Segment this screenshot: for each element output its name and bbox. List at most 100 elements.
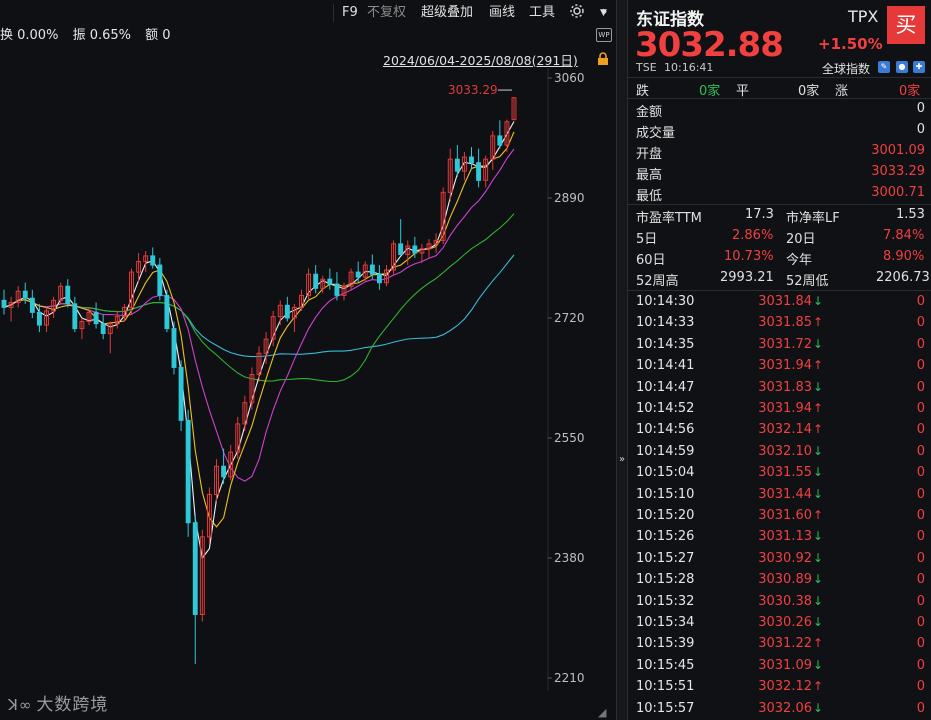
- rise-label: 涨: [835, 84, 849, 99]
- return-row-2: 60日 10.73% 今年 8.90%: [628, 247, 931, 268]
- y-tick-label: 2550: [554, 431, 585, 445]
- bell-icon[interactable]: ●: [896, 61, 908, 73]
- candle-body: [178, 366, 184, 421]
- tick-volume: 0: [916, 422, 925, 438]
- edit-icon[interactable]: ✎: [878, 61, 890, 73]
- volume-row: 成交量 0: [636, 122, 925, 141]
- tick-time: 10:15:04: [636, 465, 695, 481]
- tick-time: 10:15:27: [636, 550, 695, 566]
- draw-line-button[interactable]: 画线: [485, 3, 519, 23]
- tick-time: 10:15:39: [636, 636, 695, 652]
- open-row: 开盘 3001.09: [636, 143, 925, 162]
- pin-icon[interactable]: ✚: [913, 61, 925, 73]
- d60-label: 60日: [636, 253, 666, 268]
- tools-button[interactable]: 工具: [525, 3, 559, 23]
- tick-time: 10:15:10: [636, 486, 695, 502]
- d5-value: 2.86%: [732, 228, 774, 243]
- tick-row: 10:15:39 3031.22 ↑ 0: [628, 634, 931, 655]
- turnover-text: 换 0.00%: [0, 28, 59, 43]
- arrow-down-icon: ↓: [813, 336, 824, 351]
- tick-time: 10:14:52: [636, 401, 695, 416]
- arrow-up-icon: ↑: [813, 679, 824, 694]
- pb-value: 1.53: [896, 207, 925, 222]
- chart-info-line: 换 0.00% 振 0.65% 额 0: [0, 26, 181, 46]
- arrow-down-icon: ↓: [813, 550, 824, 565]
- tick-time: 10:15:28: [636, 572, 695, 588]
- y-tick-label: 2210: [554, 671, 585, 685]
- tick-time: 10:14:41: [636, 358, 695, 374]
- flat-count: 0家: [798, 84, 820, 99]
- candle-body: [1, 299, 7, 308]
- tick-price: 3030.26: [758, 615, 812, 630]
- chart-toolbar: F9 不复权 超级叠加 画线 工具 ▼ ›: [0, 0, 616, 26]
- tick-volume: 0: [916, 593, 925, 609]
- pb-label: 市净率LF: [786, 211, 840, 226]
- toolbar-divider: [333, 4, 334, 22]
- arrow-down-icon: ↓: [813, 486, 824, 501]
- tick-row: 10:15:28 3030.89 ↓ 0: [628, 570, 931, 591]
- tick-price: 3031.94: [758, 401, 812, 416]
- return-row-1: 5日 2.86% 20日 7.84%: [628, 226, 931, 247]
- d20-label: 20日: [786, 232, 816, 247]
- candle-body: [93, 311, 99, 325]
- ma10-line: [3, 131, 515, 528]
- global-index-link[interactable]: 全球指数: [822, 60, 870, 77]
- arrow-up-icon: ↑: [813, 401, 824, 415]
- arrow-up-icon: ↑: [813, 315, 824, 330]
- tick-volume: 0: [916, 572, 925, 588]
- tick-price: 3031.13: [758, 529, 812, 545]
- panel-divider[interactable]: [616, 0, 628, 720]
- candlestick-chart[interactable]: 3060 2890 2720 2550 2380 2210 3033.29: [0, 68, 616, 690]
- candle-body: [376, 273, 382, 284]
- tick-row: 10:15:04 3031.55 ↓ 0: [628, 463, 931, 484]
- quote-time: 10:16:41: [664, 61, 714, 74]
- arrow-down-icon: ↓: [813, 294, 824, 308]
- tick-price: 3032.06: [758, 700, 812, 716]
- divider: [628, 290, 931, 291]
- arrow-up-icon: ↑: [813, 422, 824, 437]
- buy-button[interactable]: 买: [887, 6, 925, 44]
- tick-price: 3030.38: [758, 593, 812, 609]
- tick-price: 3031.94: [758, 358, 812, 374]
- gear-icon[interactable]: [565, 3, 589, 23]
- f9-button[interactable]: F9: [338, 3, 362, 23]
- ytd-label: 今年: [786, 253, 813, 268]
- super-overlay-button[interactable]: 超级叠加: [417, 3, 477, 23]
- arrow-down-icon: ↓: [813, 615, 824, 629]
- tick-row: 10:15:51 3032.12 ↑ 0: [628, 677, 931, 698]
- tick-price: 3031.55: [758, 465, 812, 481]
- lock-icon[interactable]: [596, 52, 610, 66]
- tick-row: 10:14:56 3032.14 ↑ 0: [628, 420, 931, 441]
- tick-price: 3032.10: [758, 443, 812, 459]
- tick-volume: 0: [916, 636, 925, 652]
- ma5-line: [3, 121, 515, 560]
- range-52w-row: 52周高 2993.21 52周低 2206.73: [628, 268, 931, 289]
- date-range-link[interactable]: 2024/06/04-2025/08/08(291日): [383, 50, 578, 69]
- d20-value: 7.84%: [883, 228, 925, 243]
- change-percent: +1.50%: [818, 35, 883, 53]
- tick-time: 10:15:51: [636, 679, 695, 695]
- chevron-right-icon[interactable]: ›: [598, 2, 612, 22]
- fall-count: 0家: [699, 84, 721, 99]
- resize-icon[interactable]: ◢: [598, 706, 606, 719]
- tick-row: 10:14:59 3032.10 ↓ 0: [628, 442, 931, 463]
- tick-row: 10:14:52 3031.94 ↑ 0: [628, 399, 931, 420]
- candle-body: [192, 522, 198, 615]
- candle-body: [157, 264, 163, 296]
- valuation-row: 市盈率TTM 17.3 市净率LF 1.53: [628, 205, 931, 226]
- last-price: 3032.88: [635, 25, 784, 65]
- candle-body: [150, 255, 156, 266]
- tick-row: 10:15:27 3030.92 ↓ 0: [628, 549, 931, 570]
- wp-icon[interactable]: WP: [596, 28, 612, 42]
- tick-row: 10:15:26 3031.13 ↓ 0: [628, 527, 931, 548]
- no-adjust-button[interactable]: 不复权: [363, 3, 410, 23]
- collapse-panel-icon[interactable]: »: [616, 452, 628, 468]
- tick-time: 10:15:26: [636, 529, 695, 545]
- tick-time: 10:14:30: [636, 294, 695, 309]
- y-tick-label: 3060: [554, 71, 585, 85]
- tick-volume: 0: [916, 379, 925, 395]
- y-tick-label: 2380: [554, 551, 585, 565]
- candle-body: [22, 290, 28, 299]
- candle-body: [36, 311, 42, 326]
- kline-chart-panel[interactable]: F9 不复权 超级叠加 画线 工具 ▼ › 换 0.00% 振 0.65% 额 …: [0, 0, 616, 720]
